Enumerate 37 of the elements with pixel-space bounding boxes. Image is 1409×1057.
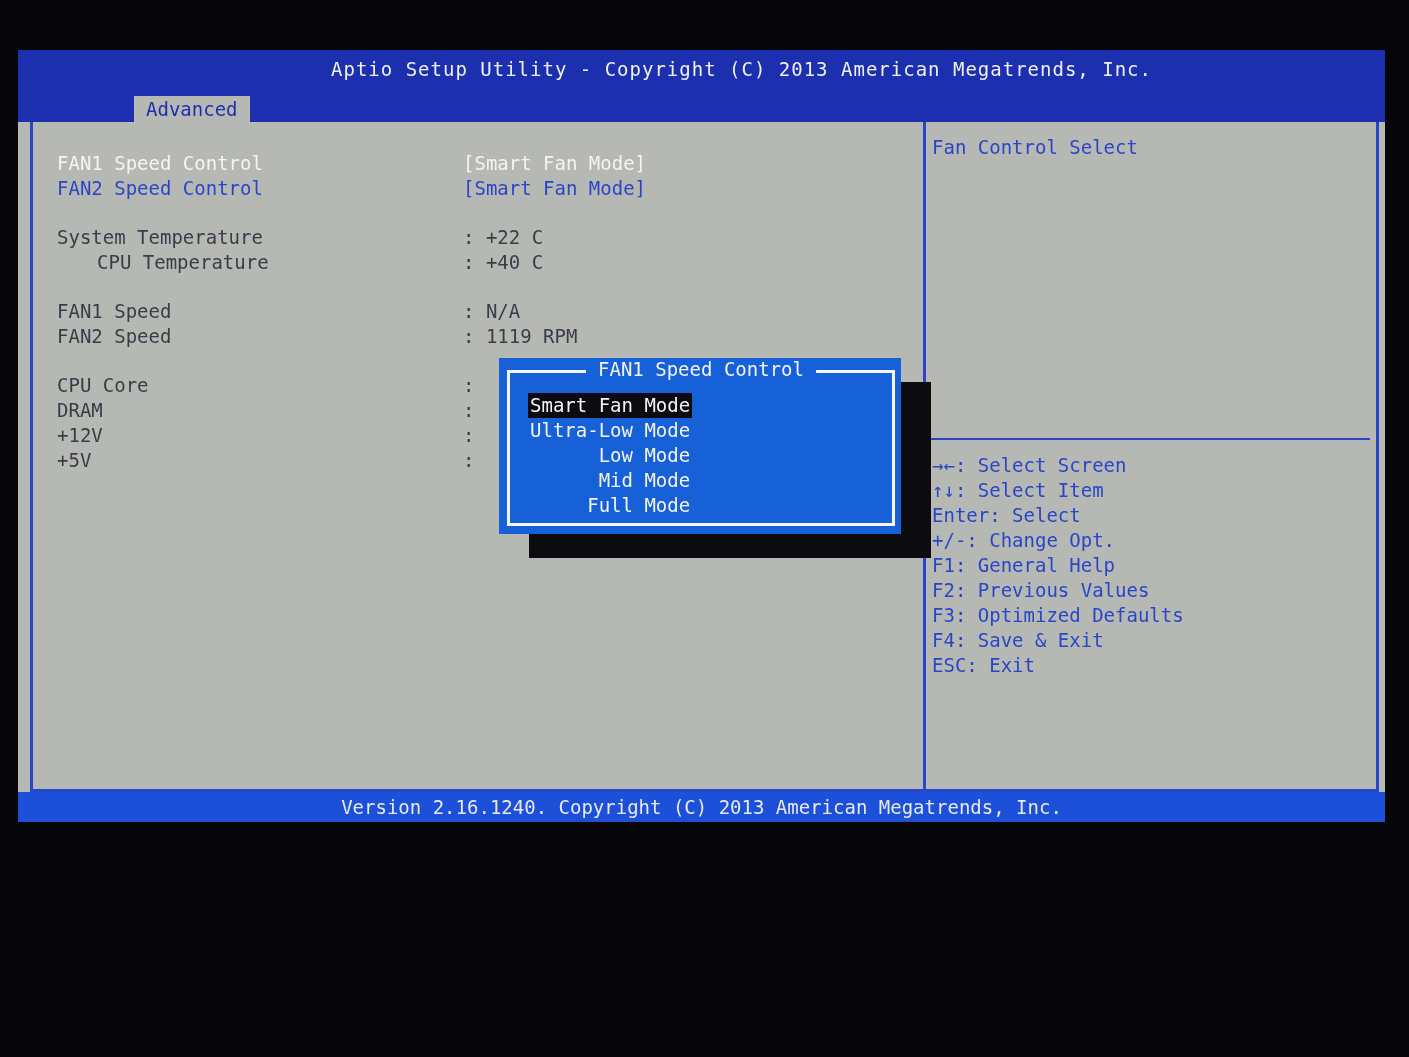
popup-option[interactable]: Smart Fan Mode [528,393,693,418]
setting-label: CPU Temperature [96,250,270,273]
setting-value: : [463,448,475,471]
key-hint: F1: General Help [932,554,1117,578]
header-title: Aptio Setup Utility - Copyright (C) 2013 American Megatrends, Inc. [330,57,1153,80]
footer-text: Version 2.16.1240. Copyright (C) 2013 American Megatrends, Inc. [341,796,1062,818]
setting-label: DRAM [57,398,104,421]
setting-value: : +40 C [463,250,544,273]
setting-label[interactable]: FAN2 Speed Control [57,176,297,199]
setting-label: System Temperature [57,225,264,248]
setting-label: FAN2 Speed [57,324,173,347]
setting-value: : 1119 RPM [463,324,578,347]
popup-option[interactable]: Mid Mode [596,468,693,493]
key-hint: ESC: Exit [932,654,1036,678]
popup-option[interactable]: Ultra-Low Mode [528,418,693,443]
key-hint: Enter: Select [932,504,1082,528]
setting-value: : [463,423,475,446]
setting-label: +5V [57,448,93,471]
setting-value: : [463,398,475,421]
setting-value: : N/A [463,299,521,322]
setting-label: CPU Core [57,373,150,396]
setting-label: +12V [57,423,104,446]
key-hint: F2: Previous Values [932,579,1151,603]
key-hint: F3: Optimized Defaults [932,604,1185,628]
setting-value: : [463,373,475,396]
key-hint: +/-: Change Opt. [932,529,1117,553]
key-hint: →←: Select Screen [932,454,1128,478]
key-hint: ↑↓: Select Item [932,479,1105,503]
key-hint: F4: Save & Exit [932,629,1105,653]
setting-label: FAN1 Speed [57,299,173,322]
popup-option[interactable]: Full Mode [585,493,693,518]
popup-title: FAN1 Speed Control [586,358,816,380]
setting-value[interactable]: [Smart Fan Mode] [463,176,647,199]
popup-option[interactable]: Low Mode [596,443,693,468]
help-description: Fan Control Select [926,122,1370,440]
setting-value: : +22 C [463,225,544,248]
menu-tab[interactable]: Advanced [134,96,250,122]
